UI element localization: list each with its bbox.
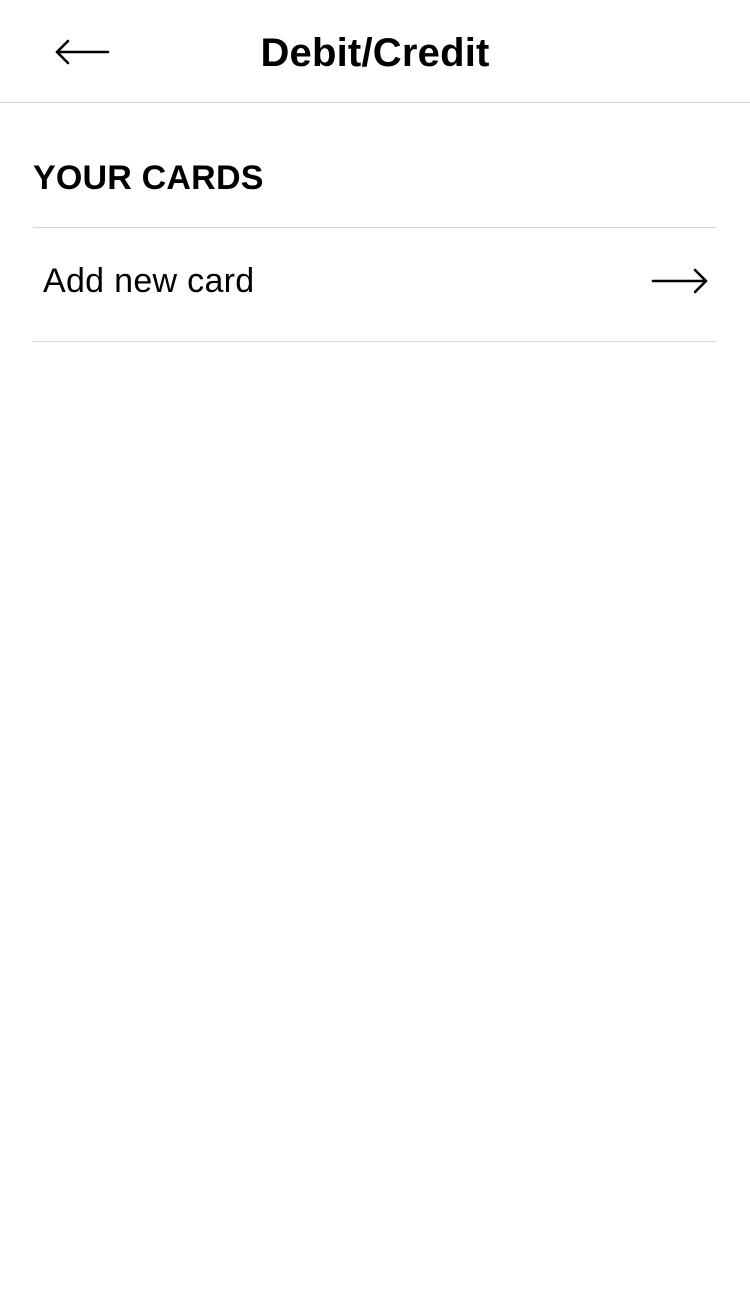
arrow-left-icon (54, 39, 110, 65)
add-new-card-label: Add new card (43, 261, 255, 300)
divider (33, 341, 717, 342)
your-cards-heading: YOUR CARDS (33, 159, 264, 197)
add-new-card-row[interactable]: Add new card (33, 228, 717, 341)
back-button[interactable] (44, 26, 120, 78)
arrow-right-icon (651, 267, 709, 295)
top-app-bar: Debit/Credit (0, 0, 750, 103)
